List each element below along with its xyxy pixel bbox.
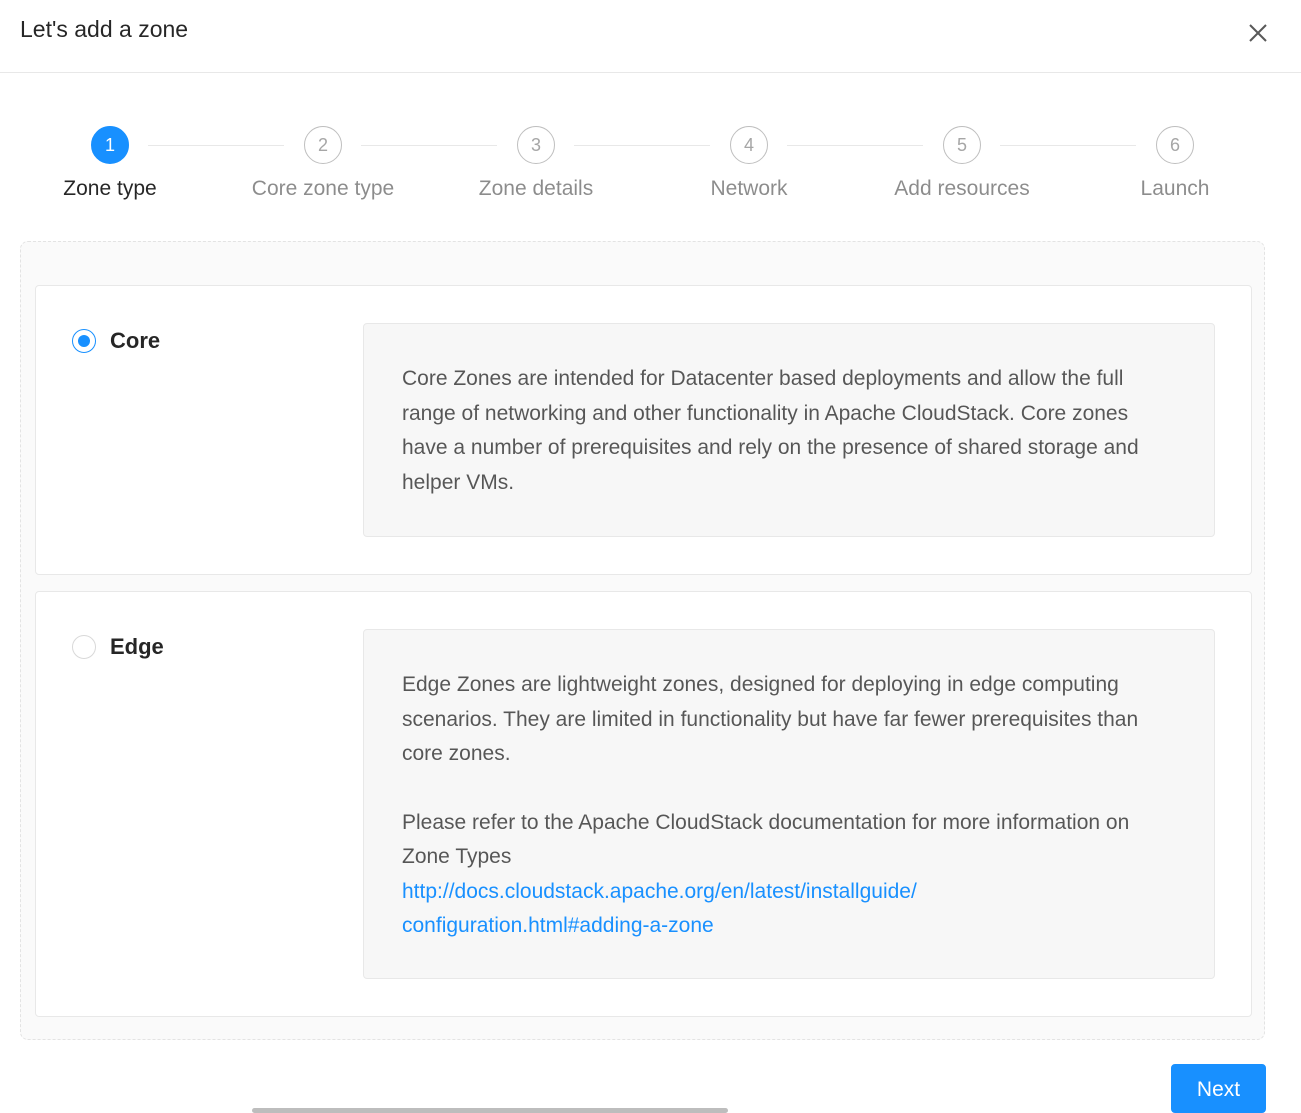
step-label: Network bbox=[710, 177, 788, 200]
core-radio-option[interactable]: Core bbox=[72, 328, 160, 354]
edge-radio[interactable] bbox=[72, 635, 96, 659]
edge-description-box: Edge Zones are lightweight zones, design… bbox=[363, 629, 1215, 979]
edge-radio-label: Edge bbox=[110, 634, 164, 659]
edge-description: Edge Zones are lightweight zones, design… bbox=[402, 673, 1139, 765]
step-number: 5 bbox=[943, 126, 981, 164]
step-zone-type: 1 Zone type bbox=[0, 120, 220, 201]
step-label: Add resources bbox=[894, 177, 1030, 200]
step-label: Core zone type bbox=[251, 177, 395, 200]
step-label: Zone type bbox=[63, 177, 157, 200]
edge-option-card[interactable]: Edge Edge Zones are lightweight zones, d… bbox=[35, 591, 1252, 1017]
core-radio[interactable] bbox=[72, 329, 96, 353]
step-label: Zone details bbox=[478, 177, 594, 200]
core-description-box: Core Zones are intended for Datacenter b… bbox=[363, 323, 1215, 537]
step-core-zone-type: 2 Core zone type bbox=[213, 120, 433, 201]
next-button[interactable]: Next bbox=[1171, 1064, 1266, 1113]
edge-radio-option[interactable]: Edge bbox=[72, 634, 164, 660]
step-zone-details: 3 Zone details bbox=[426, 120, 646, 201]
close-icon[interactable] bbox=[1243, 18, 1273, 48]
documentation-link-line1: http://docs.cloudstack.apache.org/en/lat… bbox=[402, 879, 917, 903]
modal-title: Let's add a zone bbox=[20, 16, 189, 42]
step-number: 1 bbox=[91, 126, 129, 164]
core-option-card[interactable]: Core Core Zones are intended for Datacen… bbox=[35, 285, 1252, 575]
step-add-resources: 5 Add resources bbox=[852, 120, 1072, 201]
modal-header: Let's add a zone bbox=[0, 0, 1301, 73]
step-number: 2 bbox=[304, 126, 342, 164]
core-radio-label: Core bbox=[110, 328, 161, 353]
step-number: 6 bbox=[1156, 126, 1194, 164]
horizontal-scrollbar[interactable] bbox=[252, 1108, 728, 1113]
edge-doc-text: Please refer to the Apache CloudStack do… bbox=[402, 810, 1130, 869]
documentation-link-line2: configuration.html#adding-a-zone bbox=[402, 914, 714, 937]
steps-bar: 1 Zone type 2 Core zone type 3 Zone deta… bbox=[0, 120, 1301, 220]
step-number: 4 bbox=[730, 126, 768, 164]
add-zone-modal: Let's add a zone 1 Zone type 2 Core zone… bbox=[0, 0, 1301, 1113]
step-number: 3 bbox=[517, 126, 555, 164]
core-description: Core Zones are intended for Datacenter b… bbox=[402, 367, 1139, 494]
step-launch: 6 Launch bbox=[1065, 120, 1285, 201]
zone-type-content: Core Core Zones are intended for Datacen… bbox=[20, 241, 1265, 1040]
step-network: 4 Network bbox=[639, 120, 859, 201]
step-label: Launch bbox=[1140, 177, 1210, 200]
documentation-link[interactable]: http://docs.cloudstack.apache.org/en/lat… bbox=[402, 875, 1174, 944]
